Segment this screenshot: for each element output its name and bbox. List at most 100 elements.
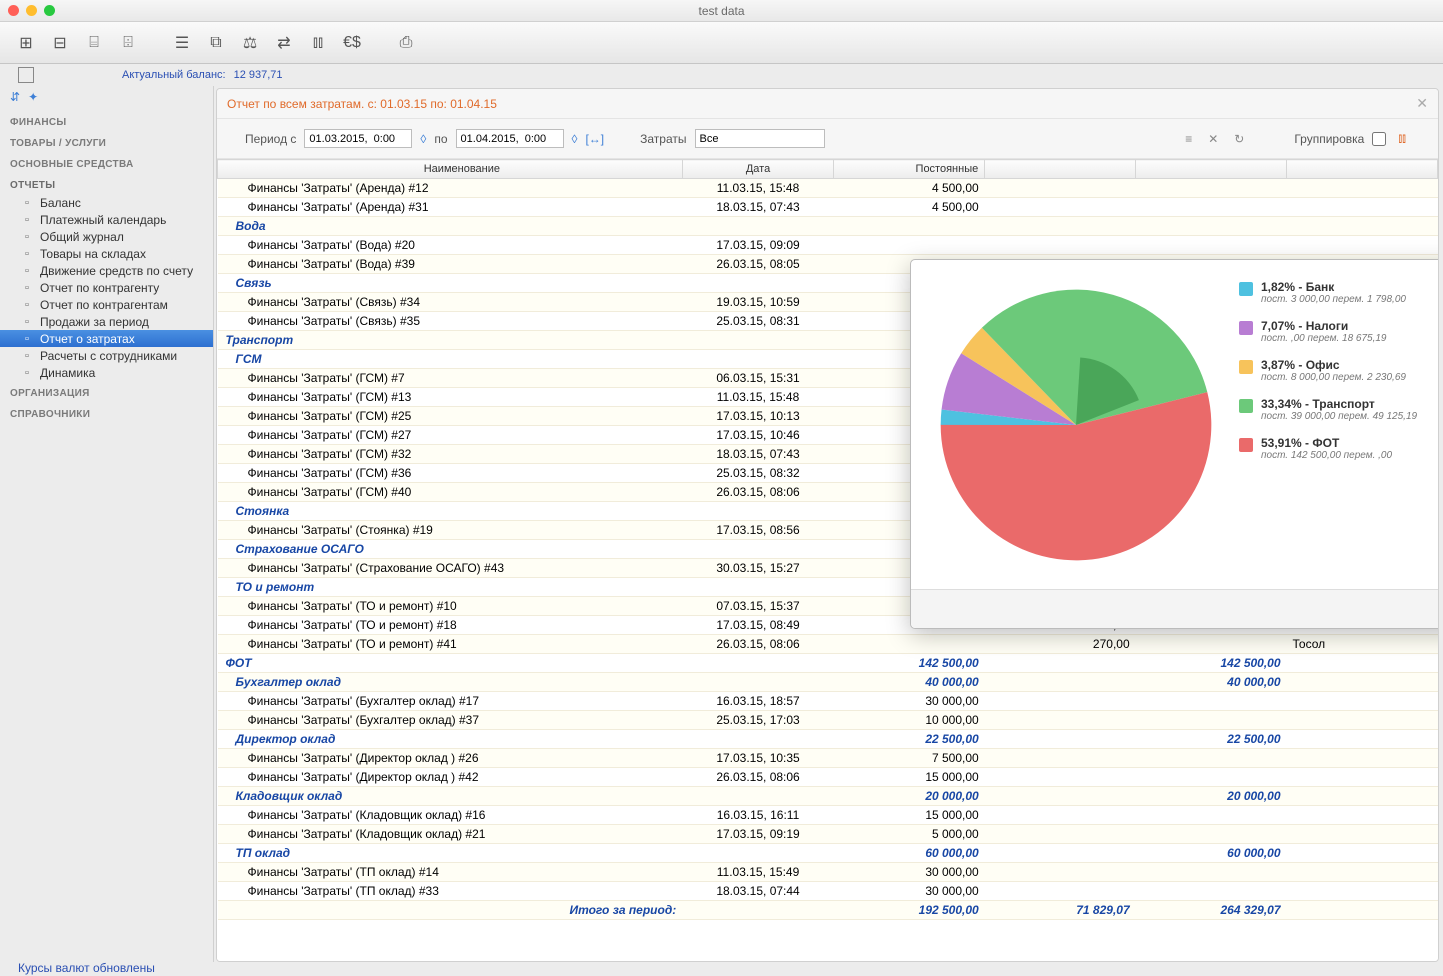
cost-select[interactable] xyxy=(695,129,825,148)
date-to-input[interactable] xyxy=(456,129,564,148)
table-row[interactable]: Финансы 'Затраты' (Вода) #2017.03.15, 09… xyxy=(218,236,1438,255)
date-from-step-icon[interactable]: ◊ xyxy=(420,132,426,146)
tb-box1-icon[interactable]: ⌸ xyxy=(80,30,108,56)
table-row[interactable]: Вода xyxy=(218,217,1438,236)
tb-print-icon[interactable]: ⎙ xyxy=(392,30,420,56)
table-row[interactable]: Финансы 'Затраты' (ТП оклад) #3318.03.15… xyxy=(218,882,1438,901)
view-refresh-icon[interactable]: ↻ xyxy=(1230,132,1248,146)
sidebar-item-icon: ▫ xyxy=(20,332,34,346)
window-max-icon[interactable] xyxy=(44,5,55,16)
column-header[interactable]: Наименование xyxy=(218,160,683,179)
table-row[interactable]: Финансы 'Затраты' (Кладовщик оклад) #211… xyxy=(218,825,1438,844)
period-to-label: по xyxy=(434,132,447,146)
tb-chart-icon[interactable]: ⧉ xyxy=(202,30,230,56)
tb-scale-icon[interactable]: ⚖ xyxy=(236,30,264,56)
sidebar-item-icon: ▫ xyxy=(20,349,34,363)
sidebar-category[interactable]: ОРГАНИЗАЦИЯ xyxy=(0,381,213,402)
sidebar-category[interactable]: ТОВАРЫ / УСЛУГИ xyxy=(0,131,213,152)
legend-item: 53,91% - ФОТпост. 142 500,00 перем. ,00 xyxy=(1239,436,1439,461)
group-label: Группировка xyxy=(1294,132,1364,146)
sidebar-toggle-icon[interactable] xyxy=(18,67,34,83)
column-header[interactable]: Дата xyxy=(682,160,834,179)
sidebar-item-label: Динамика xyxy=(40,366,95,380)
column-header[interactable] xyxy=(1287,160,1438,179)
sidebar-item[interactable]: ▫Отчет по контрагентам xyxy=(0,296,213,313)
table-row[interactable]: Финансы 'Затраты' (Аренда) #1211.03.15, … xyxy=(218,179,1438,198)
sidebar-item[interactable]: ▫Расчеты с сотрудниками xyxy=(0,347,213,364)
sidebar-item-icon: ▫ xyxy=(20,281,34,295)
legend-item: 1,82% - Банкпост. 3 000,00 перем. 1 798,… xyxy=(1239,280,1439,305)
sidebar-item[interactable]: ▫Общий журнал xyxy=(0,228,213,245)
table-row[interactable]: Финансы 'Затраты' (Кладовщик оклад) #161… xyxy=(218,806,1438,825)
tb-box2-icon[interactable]: ⌹ xyxy=(114,30,142,56)
sidebar-item-icon: ▫ xyxy=(20,196,34,210)
sb-tool1-icon[interactable]: ⇵ xyxy=(10,90,20,106)
tb-add1-icon[interactable]: ⊞ xyxy=(12,30,40,56)
sidebar-item-icon: ▫ xyxy=(20,230,34,244)
sidebar-item[interactable]: ▫ Динамика xyxy=(0,364,213,381)
sidebar-item[interactable]: ▫Отчет о затратах xyxy=(0,330,213,347)
tb-add2-icon[interactable]: ⊟ xyxy=(46,30,74,56)
sidebar-item-label: Платежный календарь xyxy=(40,213,166,227)
legend-sub: пост. 142 500,00 перем. ,00 xyxy=(1261,450,1392,461)
legend-swatch-icon xyxy=(1239,282,1253,296)
sidebar-item-label: Продажи за период xyxy=(40,315,149,329)
table-row[interactable]: Кладовщик оклад20 000,0020 000,00 xyxy=(218,787,1438,806)
cost-label: Затраты xyxy=(640,132,686,146)
tb-tree-icon[interactable]: ⇄ xyxy=(270,30,298,56)
column-header[interactable] xyxy=(1136,160,1287,179)
date-to-step-icon[interactable]: ◊ xyxy=(572,132,578,146)
sidebar-item[interactable]: ▫Продажи за период xyxy=(0,313,213,330)
sidebar-item[interactable]: ▫Товары на складах xyxy=(0,245,213,262)
sidebar-item[interactable]: ▫ Платежный календарь xyxy=(0,211,213,228)
sidebar-item-label: Отчет по контрагентам xyxy=(40,298,168,312)
tb-bar-icon[interactable]: ⫾⫾ xyxy=(304,30,332,56)
sidebar-item-icon: ▫ xyxy=(20,264,34,278)
view-lines-icon[interactable]: ≡ xyxy=(1181,132,1196,146)
table-row[interactable]: Финансы 'Затраты' (ТП оклад) #1411.03.15… xyxy=(218,863,1438,882)
table-row[interactable]: Финансы 'Затраты' (Директор оклад ) #261… xyxy=(218,749,1438,768)
table-row[interactable]: Директор оклад22 500,0022 500,00 xyxy=(218,730,1438,749)
view-expand-icon[interactable]: ✕ xyxy=(1204,132,1222,146)
table-row[interactable]: Финансы 'Затраты' (ТО и ремонт) #4126.03… xyxy=(218,635,1438,654)
balance-bar: Актуальный баланс: 12 937,71 xyxy=(0,64,1443,86)
main-toolbar: ⊞ ⊟ ⌸ ⌹ ☰ ⧉ ⚖ ⇄ ⫾⫾ €$ ⎙ xyxy=(0,22,1443,64)
sidebar-category[interactable]: ОСНОВНЫЕ СРЕДСТВА xyxy=(0,152,213,173)
sidebar-item[interactable]: ▫ Отчет по контрагенту xyxy=(0,279,213,296)
table-row[interactable]: Финансы 'Затраты' (Бухгалтер оклад) #372… xyxy=(218,711,1438,730)
sidebar-item-label: Товары на складах xyxy=(40,247,146,261)
tb-list-icon[interactable]: ☰ xyxy=(168,30,196,56)
legend-title: 7,07% - Налоги xyxy=(1261,319,1387,333)
date-from-input[interactable] xyxy=(304,129,412,148)
sidebar-category[interactable]: ФИНАНСЫ xyxy=(0,110,213,131)
table-row[interactable]: Финансы 'Затраты' (Директор оклад ) #422… xyxy=(218,768,1438,787)
sidebar-item[interactable]: ▫Баланс xyxy=(0,194,213,211)
report-panel: Отчет по всем затратам. с: 01.03.15 по: … xyxy=(216,88,1439,962)
sidebar-item-icon: ▫ xyxy=(20,213,34,227)
legend-sub: пост. 8 000,00 перем. 2 230,69 xyxy=(1261,372,1406,383)
group-checkbox[interactable] xyxy=(1372,132,1386,146)
legend-sub: пост. ,00 перем. 18 675,19 xyxy=(1261,333,1387,344)
legend-sub: пост. 3 000,00 перем. 1 798,00 xyxy=(1261,294,1406,305)
tb-fx-icon[interactable]: €$ xyxy=(338,30,366,56)
chart-legend: 1,82% - Банкпост. 3 000,00 перем. 1 798,… xyxy=(1231,270,1439,579)
column-header[interactable] xyxy=(985,160,1136,179)
table-row[interactable]: ТП оклад60 000,0060 000,00 xyxy=(218,844,1438,863)
date-range-icon[interactable]: [↔] xyxy=(585,132,604,146)
window-min-icon[interactable] xyxy=(26,5,37,16)
sidebar-category[interactable]: СПРАВОЧНИКИ xyxy=(0,402,213,423)
sidebar-item-icon: ▫ xyxy=(20,366,34,380)
column-header[interactable]: Постоянные xyxy=(834,160,985,179)
table-row[interactable]: ФОТ142 500,00142 500,00 xyxy=(218,654,1438,673)
sidebar-item[interactable]: ▫Движение средств по счету xyxy=(0,262,213,279)
sidebar-category[interactable]: ОТЧЕТЫ xyxy=(0,173,213,194)
table-row[interactable]: Финансы 'Затраты' (Аренда) #3118.03.15, … xyxy=(218,198,1438,217)
sidebar-item-label: Отчет по контрагенту xyxy=(40,281,159,295)
table-row[interactable]: Бухгалтер оклад40 000,0040 000,00 xyxy=(218,673,1438,692)
table-row[interactable]: Финансы 'Затраты' (Бухгалтер оклад) #171… xyxy=(218,692,1438,711)
chart-toggle-icon[interactable]: ⫾⫾ xyxy=(1394,131,1410,146)
legend-swatch-icon xyxy=(1239,321,1253,335)
sb-tool2-icon[interactable]: ✦ xyxy=(28,90,38,106)
window-close-icon[interactable] xyxy=(8,5,19,16)
report-close-icon[interactable]: ✕ xyxy=(1416,95,1428,112)
